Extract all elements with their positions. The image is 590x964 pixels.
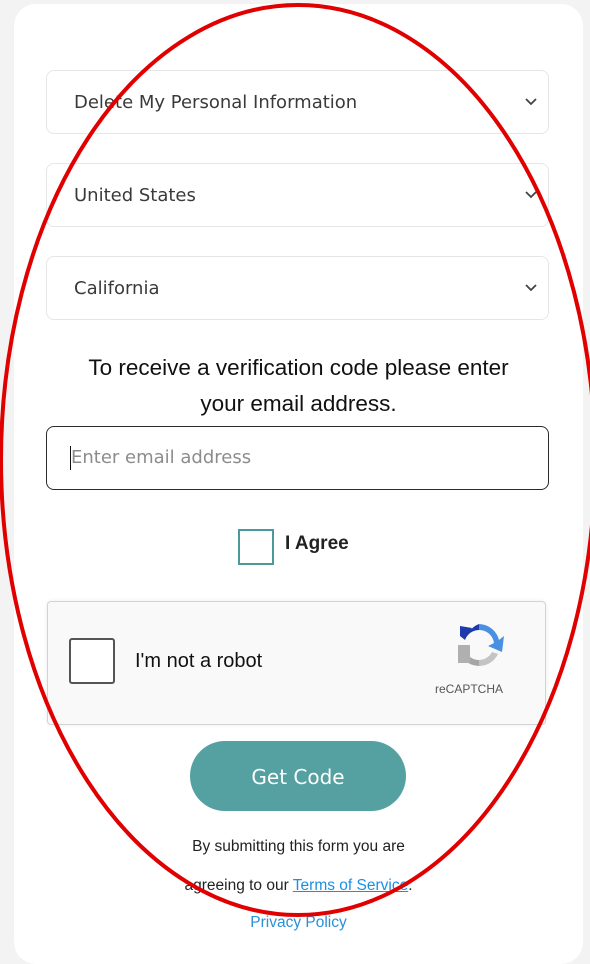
request-type-value: Delete My Personal Information bbox=[74, 92, 358, 113]
country-value: United States bbox=[74, 185, 196, 206]
legal-suffix: . bbox=[408, 877, 413, 894]
recaptcha-checkbox[interactable] bbox=[69, 638, 115, 684]
request-type-select[interactable]: Delete My Personal Information bbox=[46, 70, 549, 134]
agree-label[interactable]: I Agree bbox=[285, 533, 349, 555]
state-value: California bbox=[74, 278, 160, 299]
text-caret bbox=[70, 446, 71, 470]
legal-prefix: agreeing to our bbox=[184, 877, 293, 894]
verification-prompt: To receive a verification code please en… bbox=[14, 350, 583, 422]
agree-checkbox[interactable] bbox=[238, 529, 274, 565]
recaptcha-widget: I'm not a robot reCAPTCHA bbox=[47, 601, 546, 725]
prompt-line-2: your email address. bbox=[200, 391, 397, 416]
terms-of-service-link[interactable]: Terms of Service bbox=[293, 877, 408, 894]
recaptcha-brand: reCAPTCHA bbox=[435, 682, 504, 696]
recaptcha-logo-icon bbox=[458, 624, 504, 666]
recaptcha-label: I'm not a robot bbox=[135, 650, 263, 672]
country-select[interactable]: United States bbox=[46, 163, 549, 227]
chevron-down-icon bbox=[525, 284, 537, 292]
chevron-down-icon bbox=[525, 98, 537, 106]
chevron-down-icon bbox=[525, 191, 537, 199]
state-select[interactable]: California bbox=[46, 256, 549, 320]
privacy-policy-link[interactable]: Privacy Policy bbox=[14, 914, 583, 932]
prompt-line-1: To receive a verification code please en… bbox=[88, 355, 509, 380]
get-code-button[interactable]: Get Code bbox=[190, 741, 406, 811]
legal-line-2: agreeing to our Terms of Service. bbox=[14, 877, 583, 895]
email-input[interactable] bbox=[71, 427, 531, 487]
legal-line-1: By submitting this form you are bbox=[192, 838, 405, 855]
email-field-wrapper bbox=[46, 426, 549, 490]
